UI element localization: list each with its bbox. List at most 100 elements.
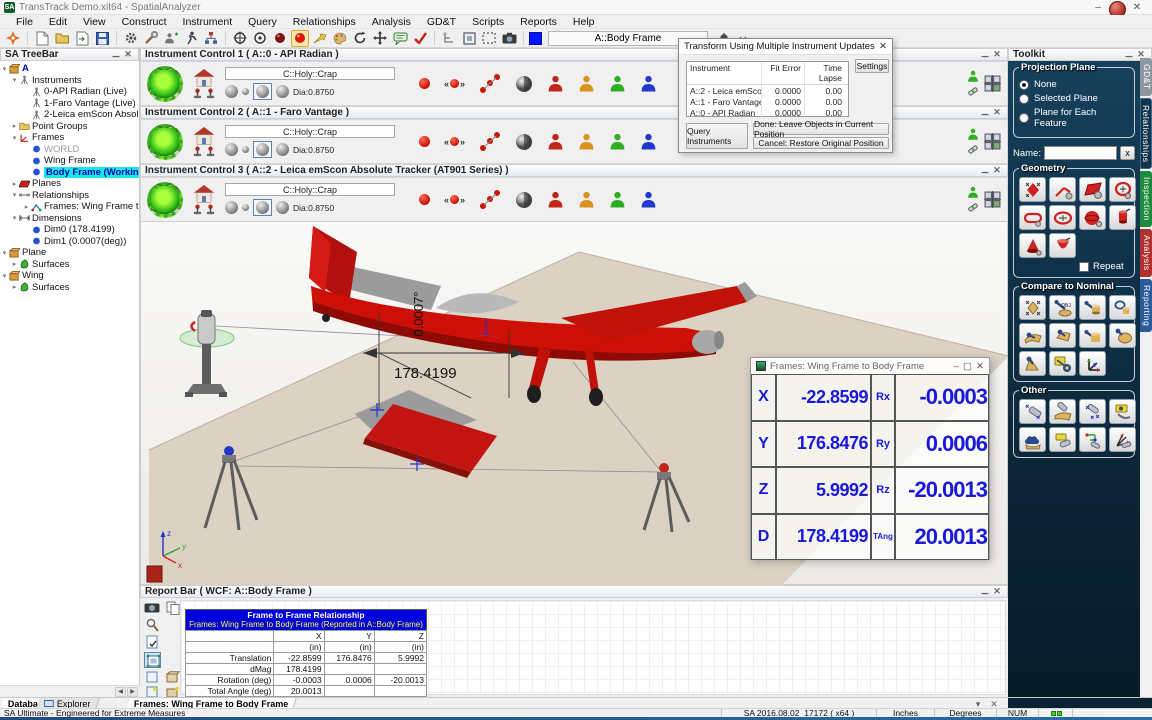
probe-alt-icon[interactable] — [276, 201, 289, 214]
tree-item-relationships[interactable]: ▾Relationships — [0, 190, 139, 202]
settings-button[interactable]: Settings — [855, 59, 889, 73]
view-mode-icon[interactable] — [144, 652, 161, 668]
tree-scroll-left-icon[interactable]: ◀ — [115, 687, 126, 697]
menu-help[interactable]: Help — [565, 16, 603, 28]
operator-green-button[interactable] — [609, 74, 626, 94]
other-cloud-tool[interactable] — [1019, 427, 1046, 452]
query-instruments-button[interactable]: Query Instruments — [686, 123, 748, 149]
tree-item-world[interactable]: WORLD — [0, 144, 139, 156]
tree-item-leica-tracker[interactable]: 2-Leica emScon Absolute Tracker (A — [0, 109, 139, 121]
menu-relationships[interactable]: Relationships — [285, 16, 364, 28]
menu-scripts[interactable]: Scripts — [464, 16, 512, 28]
home-position-icon[interactable] — [192, 69, 216, 87]
measure-single-point-button[interactable] — [419, 194, 430, 205]
pane-close-icon[interactable]: ✕ — [991, 49, 1003, 60]
report-box-icon[interactable] — [166, 671, 180, 683]
menu-reports[interactable]: Reports — [512, 16, 565, 28]
tab-analysis[interactable]: Analysis — [1140, 229, 1152, 277]
compare-plane-tool[interactable] — [1049, 323, 1076, 348]
operator-red-button[interactable] — [547, 132, 564, 152]
level-tool-icon[interactable] — [966, 143, 980, 156]
compare-cylinder-tool[interactable] — [1079, 295, 1106, 320]
level-tool-icon[interactable] — [966, 201, 980, 214]
operator-blue-button[interactable] — [640, 132, 657, 152]
compare-cone-tool[interactable] — [1019, 351, 1046, 376]
operator-orange-button[interactable] — [578, 132, 595, 152]
repeat-checkbox[interactable]: Repeat — [1079, 261, 1136, 272]
geometry-plane-tool[interactable] — [1079, 177, 1106, 202]
tree-item-planes[interactable]: ▸Planes — [0, 178, 139, 190]
probe-selected-button[interactable] — [253, 141, 272, 158]
operator-green-button[interactable] — [609, 190, 626, 210]
probe-selected-button[interactable] — [253, 199, 272, 216]
selection-marquee-icon[interactable] — [480, 30, 498, 47]
background-color-swatch[interactable] — [529, 32, 542, 45]
treebar-close-icon[interactable]: ✕ — [122, 49, 134, 60]
operator-orange-button[interactable] — [578, 190, 595, 210]
operator-small-green-icon[interactable] — [967, 186, 980, 200]
report-box2-icon[interactable] — [166, 686, 180, 697]
geometry-points-tool[interactable] — [1019, 177, 1046, 202]
geometry-sphere-tool[interactable] — [1079, 205, 1106, 230]
geometry-circle-tool[interactable] — [1109, 177, 1136, 202]
sphere-measure-button[interactable] — [515, 133, 533, 151]
pane-pin-icon[interactable]: ⚊ — [979, 49, 991, 60]
dialog-close-icon[interactable]: ✕ — [879, 41, 887, 52]
minimize-button[interactable]: – — [1087, 1, 1109, 14]
name-clear-button[interactable]: x — [1120, 146, 1135, 160]
menu-file[interactable]: File — [8, 16, 41, 28]
save-icon[interactable] — [93, 30, 111, 47]
other-path-tool[interactable] — [1079, 427, 1106, 452]
palette-icon[interactable] — [331, 30, 349, 47]
home-position-icon[interactable] — [192, 185, 216, 203]
copy-icon[interactable] — [166, 601, 180, 615]
compare-points-tool[interactable] — [1019, 295, 1046, 320]
sa-compass-icon[interactable] — [4, 30, 22, 47]
operator-small-green-icon[interactable] — [967, 128, 980, 142]
new-file-icon[interactable] — [33, 30, 51, 47]
joystick-red-icon[interactable] — [205, 88, 216, 99]
joystick-icon[interactable] — [192, 204, 203, 215]
guided-point-button[interactable]: «» — [444, 195, 465, 205]
measure-point-icon[interactable] — [291, 30, 309, 47]
report-options-icon[interactable] — [146, 635, 159, 649]
compare-sphere-tool[interactable] — [1079, 323, 1106, 348]
tree-item-dim1[interactable]: Dim1 (0.0007(deg)) — [0, 236, 139, 248]
radio-none[interactable]: None — [1019, 79, 1129, 90]
tree-item-faro-vantage[interactable]: 1-Faro Vantage (Live) — [0, 98, 139, 110]
tab-relationships[interactable]: Relationships — [1140, 98, 1152, 170]
run-user-icon[interactable] — [182, 30, 200, 47]
treebar-pin-icon[interactable]: ⚊ — [110, 49, 122, 60]
tree-item-wing-frame[interactable]: Wing Frame — [0, 155, 139, 167]
import-file-icon[interactable] — [73, 30, 91, 47]
geometry-paraboloid-tool[interactable] — [1049, 233, 1076, 258]
other-scan-stars-tool[interactable] — [1079, 399, 1106, 424]
other-measure-surface-tool[interactable] — [1049, 399, 1076, 424]
instrument-grid-icon[interactable] — [984, 133, 1001, 150]
instrument-updates-table[interactable]: InstrumentFit ErrorTime Lapse A::2 - Lei… — [686, 61, 849, 117]
geometry-ellipse-tool[interactable] — [1049, 205, 1076, 230]
geometry-cone-tool[interactable] — [1019, 233, 1046, 258]
compare-surface-tool[interactable] — [1019, 323, 1046, 348]
report-bar-pin-icon[interactable]: ⚊ — [979, 586, 991, 597]
tree-item-body-frame-working[interactable]: Body Frame (Working) — [0, 167, 139, 179]
instrument-grid-icon[interactable] — [984, 75, 1001, 92]
hierarchy-icon[interactable] — [440, 30, 458, 47]
operator-green-button[interactable] — [609, 132, 626, 152]
pan-move-icon[interactable] — [371, 30, 389, 47]
compare-circle-tool[interactable] — [1109, 295, 1136, 320]
target-name-field[interactable]: C::Holy::Crap — [225, 67, 395, 80]
sphere-measure-button[interactable] — [515, 75, 533, 93]
tree-item-dimensions[interactable]: ▾Dimensions — [0, 213, 139, 225]
radio-selected-plane-icon[interactable] — [1019, 94, 1029, 104]
tab-inspection[interactable]: Inspection — [1140, 171, 1152, 227]
frame-box-icon[interactable] — [460, 30, 478, 47]
tree-item-dim0[interactable]: Dim0 (178.4199) — [0, 224, 139, 236]
done-button[interactable]: Done: Leave Objects in Current Position — [753, 123, 889, 135]
tab-gdt[interactable]: GD&T — [1140, 58, 1152, 96]
joystick-red-icon[interactable] — [205, 146, 216, 157]
other-frame-wizard-tool[interactable] — [1109, 427, 1136, 452]
target-name-field[interactable]: C::Holy::Crap — [225, 125, 395, 138]
probe-small-icon[interactable] — [242, 88, 249, 95]
tab-reporting[interactable]: Reporting — [1140, 279, 1152, 332]
